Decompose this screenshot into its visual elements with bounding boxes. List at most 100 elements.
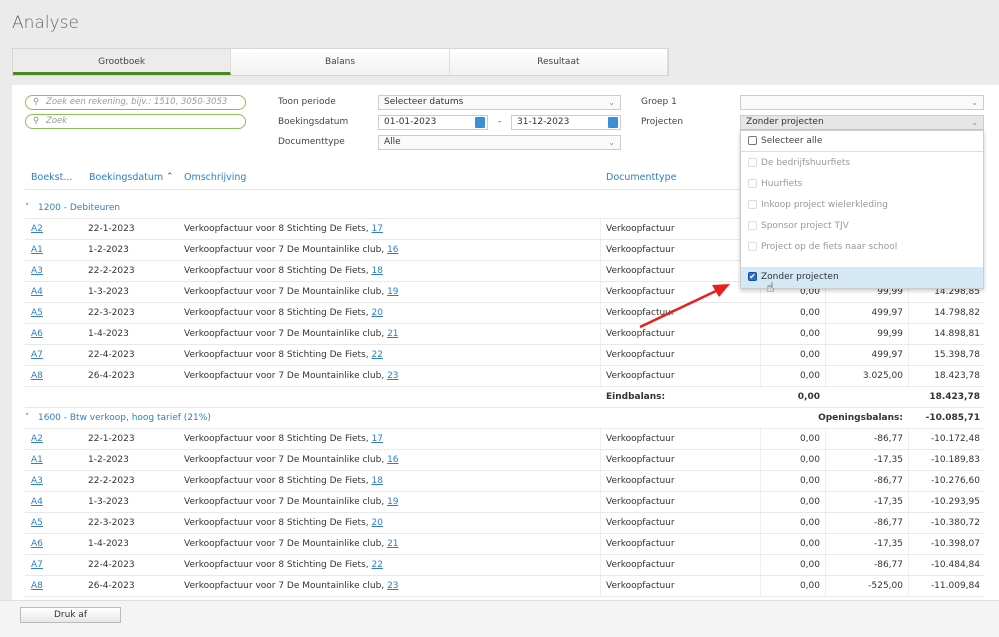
groep-select[interactable]: ⌄ bbox=[740, 95, 984, 110]
invoice-link[interactable]: 16 bbox=[387, 245, 398, 255]
boekstuk-link[interactable]: A7 bbox=[31, 345, 43, 365]
credit: -525,00 bbox=[868, 581, 903, 591]
invoice-link[interactable]: 21 bbox=[387, 539, 398, 549]
omschrijving: Verkoopfactuur voor 7 De Mountainlike cl… bbox=[184, 240, 399, 260]
dropdown-option[interactable]: Inkoop project wielerkleding bbox=[741, 195, 983, 216]
invoice-link[interactable]: 19 bbox=[387, 497, 398, 507]
group-title[interactable]: 1600 - Btw verkoop, hoog tarief (21%) bbox=[38, 408, 211, 428]
invoice-link[interactable]: 20 bbox=[371, 308, 382, 318]
documenttype: Verkoopfactuur bbox=[606, 581, 675, 591]
account-search-input[interactable]: ⚲ Zoek een rekening, bijv.: 1510, 3050-30… bbox=[25, 95, 246, 110]
boekstuk-link[interactable]: A4 bbox=[31, 282, 43, 302]
omschrijving: Verkoopfactuur voor 7 De Mountainlike cl… bbox=[184, 324, 399, 344]
saldo: -10.172,48 bbox=[930, 434, 980, 444]
invoice-link[interactable]: 21 bbox=[387, 329, 398, 339]
boekingsdatum: 1-4-2023 bbox=[88, 539, 129, 549]
column-divider bbox=[600, 534, 601, 554]
boekstuk-link[interactable]: A1 bbox=[31, 240, 43, 260]
calendar-icon[interactable] bbox=[475, 117, 485, 128]
select-all-option[interactable]: Selecteer alle bbox=[741, 131, 983, 152]
group-header[interactable]: Openingsbalans: -10.085,71 1600 - Btw verk… bbox=[25, 408, 984, 429]
column-omschrijving[interactable]: Omschrijving bbox=[184, 172, 246, 183]
dropdown-option[interactable]: ✔ Zonder projecten bbox=[741, 267, 983, 288]
tab-balans[interactable]: Balans bbox=[231, 49, 450, 75]
toon-periode-select[interactable]: Selecteer datums ⌄ bbox=[378, 95, 621, 110]
boekstuk-link[interactable]: A5 bbox=[31, 303, 43, 323]
checkbox[interactable] bbox=[748, 242, 757, 251]
column-divider bbox=[908, 555, 909, 575]
boekstuk-link[interactable]: A2 bbox=[31, 429, 43, 449]
sort-ascending-icon[interactable]: ⌃ bbox=[166, 172, 174, 182]
boekingsdatum: 22-1-2023 bbox=[88, 434, 135, 444]
date-from-input[interactable]: 01-01-2023 bbox=[378, 115, 488, 130]
date-to-input[interactable]: 31-12-2023 bbox=[511, 115, 621, 130]
boekstuk-link[interactable]: A6 bbox=[31, 534, 43, 554]
boekstuk-link[interactable]: A7 bbox=[31, 555, 43, 575]
saldo: 14.898,81 bbox=[934, 329, 980, 339]
column-boekstuk[interactable]: Boekst... bbox=[31, 172, 72, 183]
chevron-down-icon[interactable]: ˅ bbox=[25, 198, 30, 218]
column-boekingsdatum[interactable]: Boekingsdatum bbox=[89, 172, 163, 183]
invoice-link[interactable]: 20 bbox=[371, 518, 382, 528]
boekstuk-link[interactable]: A2 bbox=[31, 219, 43, 239]
dropdown-option[interactable]: Project op de fiets naar school bbox=[741, 237, 983, 258]
search-input[interactable]: ⚲ Zoek bbox=[25, 114, 246, 129]
invoice-link[interactable]: 22 bbox=[371, 350, 382, 360]
column-divider bbox=[600, 492, 601, 512]
checkbox[interactable]: ✔ bbox=[748, 272, 757, 281]
checkbox[interactable] bbox=[748, 179, 757, 188]
boekstuk-link[interactable]: A3 bbox=[31, 261, 43, 281]
boekstuk-link[interactable]: A8 bbox=[31, 576, 43, 596]
checkbox[interactable] bbox=[748, 200, 757, 209]
calendar-icon[interactable] bbox=[608, 117, 618, 128]
dropdown-option[interactable]: De bedrijfshuurfiets bbox=[741, 153, 983, 174]
invoice-link[interactable]: 16 bbox=[387, 455, 398, 465]
column-documenttype[interactable]: Documenttype bbox=[606, 172, 676, 183]
checkbox[interactable] bbox=[748, 158, 757, 167]
boekstuk-link[interactable]: A5 bbox=[31, 513, 43, 533]
credit: 3.025,00 bbox=[862, 371, 903, 381]
chevron-down-icon[interactable]: ˅ bbox=[25, 408, 30, 428]
invoice-link[interactable]: 19 bbox=[387, 287, 398, 297]
column-divider bbox=[600, 261, 601, 281]
debit: 0,00 bbox=[799, 518, 820, 528]
dropdown-option[interactable]: Sponsor project TJV bbox=[741, 216, 983, 237]
column-divider bbox=[760, 576, 761, 596]
invoice-link[interactable]: 18 bbox=[371, 476, 382, 486]
boekingsdatum: 1-4-2023 bbox=[88, 329, 129, 339]
column-divider bbox=[760, 450, 761, 470]
column-divider bbox=[908, 576, 909, 596]
omschrijving: Verkoopfactuur voor 7 De Mountainlike cl… bbox=[184, 576, 399, 596]
omschrijving-text: Verkoopfactuur voor 7 De Mountainlike cl… bbox=[184, 287, 388, 297]
boekstuk-link[interactable]: A8 bbox=[31, 366, 43, 386]
tab-resultaat[interactable]: Resultaat bbox=[450, 49, 668, 75]
boekstuk-link[interactable]: A1 bbox=[31, 450, 43, 470]
boekingsdatum: 26-4-2023 bbox=[88, 371, 135, 381]
projecten-select[interactable]: Zonder projecten ⌄ bbox=[740, 115, 984, 130]
checkbox[interactable] bbox=[748, 221, 757, 230]
documenttype: Verkoopfactuur bbox=[606, 560, 675, 570]
invoice-link[interactable]: 18 bbox=[371, 266, 382, 276]
invoice-link[interactable]: 23 bbox=[387, 581, 398, 591]
tab-grootboek[interactable]: Grootboek bbox=[13, 49, 232, 75]
column-divider bbox=[600, 324, 601, 344]
column-divider bbox=[760, 471, 761, 491]
documenttype-select[interactable]: Alle ⌄ bbox=[378, 135, 621, 150]
print-button[interactable]: Druk af bbox=[20, 607, 121, 623]
column-divider bbox=[825, 576, 826, 596]
group-title[interactable]: 1200 - Debiteuren bbox=[38, 198, 120, 218]
invoice-link[interactable]: 17 bbox=[371, 434, 382, 444]
boekingsdatum: 22-3-2023 bbox=[88, 518, 135, 528]
boekstuk-link[interactable]: A6 bbox=[31, 324, 43, 344]
column-divider bbox=[600, 429, 601, 449]
invoice-link[interactable]: 22 bbox=[371, 560, 382, 570]
invoice-link[interactable]: 17 bbox=[371, 224, 382, 234]
toon-periode-label: Toon periode bbox=[278, 97, 336, 107]
invoice-link[interactable]: 23 bbox=[387, 371, 398, 381]
boekstuk-link[interactable]: A4 bbox=[31, 492, 43, 512]
column-divider bbox=[825, 429, 826, 449]
boekstuk-link[interactable]: A3 bbox=[31, 471, 43, 491]
checkbox[interactable] bbox=[748, 136, 757, 145]
omschrijving: Verkoopfactuur voor 7 De Mountainlike cl… bbox=[184, 450, 399, 470]
dropdown-option[interactable]: Huurfiets bbox=[741, 174, 983, 195]
